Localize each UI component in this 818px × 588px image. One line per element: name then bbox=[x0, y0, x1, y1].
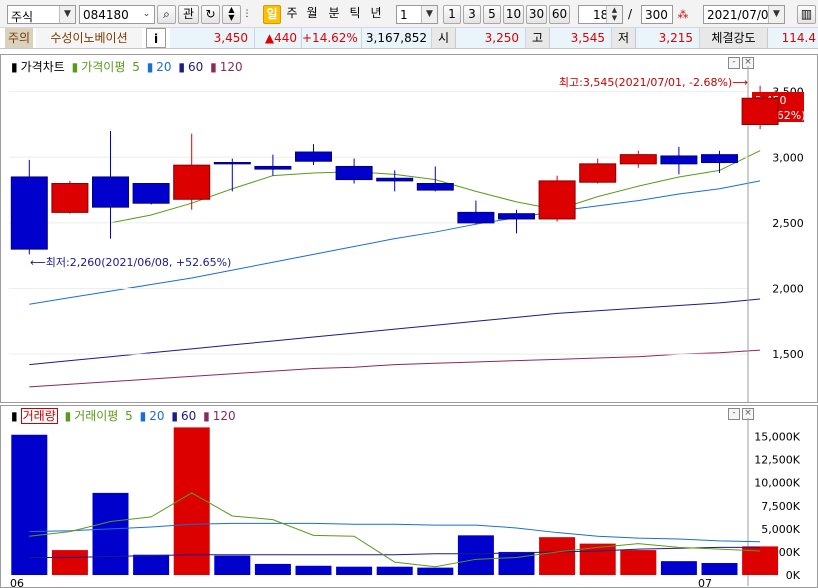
volume-bar[interactable] bbox=[92, 492, 129, 575]
price-y-tick: 2,500 bbox=[772, 217, 804, 230]
volume-bar[interactable] bbox=[214, 555, 251, 575]
candle-body bbox=[132, 183, 170, 204]
volume-bar[interactable] bbox=[173, 427, 210, 575]
price-y-tick: 3,000 bbox=[772, 151, 804, 164]
candle-body bbox=[213, 162, 251, 165]
x-axis-start-label: 06 bbox=[10, 577, 24, 588]
price-ma120-line bbox=[29, 349, 761, 388]
candle[interactable] bbox=[132, 183, 170, 205]
candle-body bbox=[295, 151, 332, 162]
candle-body bbox=[173, 164, 211, 200]
candle-body bbox=[701, 154, 738, 164]
candle-body bbox=[457, 211, 495, 224]
candle-body bbox=[660, 155, 698, 165]
candle-body bbox=[254, 165, 292, 170]
candle[interactable] bbox=[416, 166, 454, 192]
candle-body bbox=[10, 176, 48, 250]
candle-body bbox=[416, 183, 454, 191]
volume-bar[interactable] bbox=[51, 550, 88, 575]
candle-body bbox=[92, 176, 129, 208]
candle-body bbox=[741, 97, 779, 125]
candle[interactable] bbox=[10, 159, 48, 255]
price-y-tick: 2,000 bbox=[772, 282, 804, 295]
volume-bar[interactable] bbox=[539, 537, 576, 575]
volume-y-tick: 7,500K bbox=[761, 500, 800, 513]
candle[interactable] bbox=[660, 146, 698, 175]
volume-bar[interactable] bbox=[11, 434, 48, 575]
volume-y-tick: 5,000K bbox=[761, 523, 800, 536]
volume-y-tick: 12,500K bbox=[754, 454, 800, 467]
candle[interactable] bbox=[498, 209, 535, 234]
candle[interactable] bbox=[579, 158, 617, 184]
candle[interactable] bbox=[619, 150, 657, 168]
volume-bar[interactable] bbox=[417, 567, 454, 575]
price-y-tick: 1,500 bbox=[772, 348, 804, 361]
candle-body bbox=[498, 213, 535, 220]
candle[interactable] bbox=[295, 144, 332, 166]
candle[interactable] bbox=[51, 180, 89, 214]
volume-bar[interactable] bbox=[376, 566, 413, 575]
candle-body bbox=[335, 165, 373, 181]
volume-bar[interactable] bbox=[660, 561, 697, 575]
chart-canvas[interactable]: 0K2,500K5,000K7,500K10,000K12,500K15,000… bbox=[0, 0, 818, 588]
volume-y-tick: 0K bbox=[786, 569, 801, 582]
candle[interactable] bbox=[457, 200, 495, 225]
high-annotation: 최고:3,545(2021/07/01, -2.68%)⟶ bbox=[559, 76, 748, 89]
volume-bar[interactable] bbox=[133, 554, 170, 575]
volume-ma20-line bbox=[29, 522, 761, 543]
volume-bar[interactable] bbox=[295, 565, 332, 575]
volume-y-tick: 15,000K bbox=[754, 431, 800, 444]
volume-bar[interactable] bbox=[701, 563, 738, 575]
candle[interactable] bbox=[335, 158, 373, 184]
volume-bar[interactable] bbox=[620, 550, 657, 575]
candle-body bbox=[619, 154, 657, 165]
candle[interactable] bbox=[538, 175, 576, 222]
price-ma60-line bbox=[29, 298, 761, 366]
volume-y-tick: 10,000K bbox=[754, 477, 800, 490]
volume-bar[interactable] bbox=[457, 535, 494, 575]
x-axis-end-label: 07 bbox=[698, 577, 712, 588]
candle[interactable] bbox=[173, 133, 211, 210]
candle[interactable] bbox=[213, 158, 251, 192]
volume-bar[interactable] bbox=[336, 566, 373, 575]
candle-body bbox=[538, 180, 576, 220]
candle-body bbox=[579, 163, 617, 183]
low-annotation: ⟵최저:2,260(2021/06/08, +52.65%) bbox=[30, 256, 231, 269]
candle-body bbox=[51, 183, 89, 213]
candle-body bbox=[376, 177, 414, 182]
volume-bar[interactable] bbox=[254, 563, 291, 575]
candle[interactable] bbox=[701, 150, 738, 174]
candle[interactable] bbox=[254, 154, 292, 176]
